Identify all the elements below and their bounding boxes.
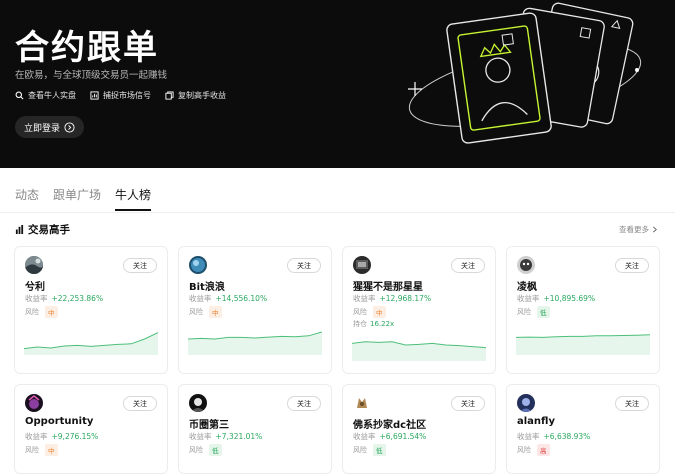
follow-button[interactable]: 关注 bbox=[451, 258, 485, 273]
login-button[interactable]: 立即登录 bbox=[15, 116, 85, 138]
tab-top-traders[interactable]: 牛人榜 bbox=[115, 186, 152, 211]
sparkline-area bbox=[24, 332, 158, 355]
login-label: 立即登录 bbox=[24, 123, 61, 134]
risk-row: 风险中 bbox=[353, 306, 386, 318]
risk-row: 风险低 bbox=[353, 444, 386, 456]
feature-copy: 复制高手收益 bbox=[165, 90, 226, 101]
follow-button[interactable]: 关注 bbox=[615, 258, 649, 273]
feature-view-live: 查看牛人实盘 bbox=[15, 90, 76, 101]
avatar bbox=[353, 394, 371, 412]
avatar bbox=[353, 256, 371, 274]
tab-feed[interactable]: 动态 bbox=[15, 186, 39, 211]
trend-sparkline bbox=[352, 341, 486, 361]
follow-button[interactable]: 关注 bbox=[123, 396, 157, 411]
sparkline-area bbox=[188, 332, 322, 355]
trader-name: 佛系抄家dc社区 bbox=[353, 420, 427, 431]
tabs-divider bbox=[0, 212, 675, 213]
trader-card[interactable]: 关注 兮利 收益率 +22,253.86% 风险中 bbox=[14, 246, 168, 374]
risk-badge: 中 bbox=[45, 444, 58, 456]
risk-badge: 低 bbox=[209, 444, 222, 456]
trader-card[interactable]: 关注 Opportunity 收益率 +9,276.15% 风险中 bbox=[14, 384, 168, 474]
feature-signal: 捕捉市场信号 bbox=[90, 90, 151, 101]
section-title-label: 交易高手 bbox=[28, 224, 70, 236]
search-icon bbox=[15, 91, 24, 100]
yield-row: 收益率 +10,895.69% bbox=[517, 294, 596, 303]
trader-card[interactable]: 关注 币圈第三 收益率 +7,321.01% 风险低 bbox=[178, 384, 332, 474]
risk-badge: 低 bbox=[373, 444, 386, 456]
bar-chart-icon bbox=[15, 225, 24, 234]
feature-list: 查看牛人实盘 捕捉市场信号 复制高手收益 bbox=[15, 90, 240, 101]
yield-row: 收益率 +9,276.15% bbox=[25, 432, 99, 441]
trader-name: 兮利 bbox=[25, 282, 45, 293]
yield-row: 收益率 +7,321.01% bbox=[189, 432, 263, 441]
risk-badge: 高 bbox=[537, 444, 550, 456]
risk-badge: 中 bbox=[209, 306, 222, 318]
hero-banner: 合约跟单 在欧易，与全球顶级交易员一起赚钱 查看牛人实盘 捕捉市场信号 复制高手… bbox=[0, 0, 675, 168]
chevron-right-icon bbox=[652, 226, 657, 233]
copy-icon bbox=[165, 91, 174, 100]
risk-row: 风险中 bbox=[189, 306, 222, 318]
feature-label: 捕捉市场信号 bbox=[103, 91, 151, 100]
follow-button[interactable]: 关注 bbox=[287, 396, 321, 411]
trader-card[interactable]: 关注 猩猩不是那星星 收益率 +12,968.17% 风险中 持仓 16.22x bbox=[342, 246, 496, 374]
yield-row: 收益率 +14,556.10% bbox=[189, 294, 268, 303]
trader-name: Bit浪浪 bbox=[189, 282, 225, 293]
trend-sparkline bbox=[188, 331, 322, 355]
view-more-label: 查看更多 bbox=[619, 225, 649, 234]
risk-badge: 中 bbox=[373, 306, 386, 318]
yield-row: 收益率 +6,638.93% bbox=[517, 432, 591, 441]
avatar bbox=[25, 256, 43, 274]
yield-row: 收益率 +6,691.54% bbox=[353, 432, 427, 441]
risk-row: 风险中 bbox=[25, 444, 58, 456]
risk-badge: 低 bbox=[537, 306, 550, 318]
avatar bbox=[517, 394, 535, 412]
risk-row: 风险高 bbox=[517, 444, 550, 456]
hero-subtitle: 在欧易，与全球顶级交易员一起赚钱 bbox=[15, 70, 168, 81]
avatar bbox=[25, 394, 43, 412]
avatar bbox=[517, 256, 535, 274]
follow-button[interactable]: 关注 bbox=[615, 396, 649, 411]
avatar bbox=[189, 394, 207, 412]
yield-row: 收益率 +22,253.86% bbox=[25, 294, 104, 303]
trader-card[interactable]: 关注 Bit浪浪 收益率 +14,556.10% 风险中 bbox=[178, 246, 332, 374]
feature-label: 查看牛人实盘 bbox=[28, 91, 76, 100]
trend-sparkline bbox=[516, 334, 650, 355]
tab-copy-square[interactable]: 跟单广场 bbox=[53, 186, 101, 211]
view-more-link[interactable]: 查看更多 bbox=[619, 224, 658, 235]
trader-card[interactable]: 关注 佛系抄家dc社区 收益率 +6,691.54% 风险低 bbox=[342, 384, 496, 474]
yield-row: 收益率 +12,968.17% bbox=[353, 294, 432, 303]
tab-bar: 动态 跟单广场 牛人榜 bbox=[15, 186, 165, 211]
follow-button[interactable]: 关注 bbox=[287, 258, 321, 273]
trader-card[interactable]: 关注 凌枫 收益率 +10,895.69% 风险低 bbox=[506, 246, 660, 374]
trader-name: 币圈第三 bbox=[189, 420, 229, 431]
follow-button[interactable]: 关注 bbox=[123, 258, 157, 273]
trader-name: 猩猩不是那星星 bbox=[353, 282, 423, 293]
risk-row: 风险低 bbox=[517, 306, 550, 318]
signal-icon bbox=[90, 91, 99, 100]
hero-title: 合约跟单 bbox=[15, 28, 159, 68]
arrow-right-circle-icon bbox=[64, 121, 75, 133]
feature-label: 复制高手收益 bbox=[178, 91, 226, 100]
sparkline-area bbox=[516, 334, 650, 355]
avatar bbox=[189, 256, 207, 274]
trend-sparkline bbox=[24, 332, 158, 355]
section-title: 交易高手 bbox=[15, 222, 70, 237]
follow-button[interactable]: 关注 bbox=[451, 396, 485, 411]
trader-cards-illustration bbox=[408, 2, 642, 144]
trader-card[interactable]: 关注 alanfly 收益率 +6,638.93% 风险高 bbox=[506, 384, 660, 474]
risk-badge: 中 bbox=[45, 306, 58, 318]
trader-name: 凌枫 bbox=[517, 282, 537, 293]
trader-name: Opportunity bbox=[25, 416, 94, 427]
holding-row: 持仓 16.22x bbox=[353, 320, 395, 328]
risk-row: 风险低 bbox=[189, 444, 222, 456]
risk-row: 风险中 bbox=[25, 306, 58, 318]
trader-name: alanfly bbox=[517, 416, 555, 427]
